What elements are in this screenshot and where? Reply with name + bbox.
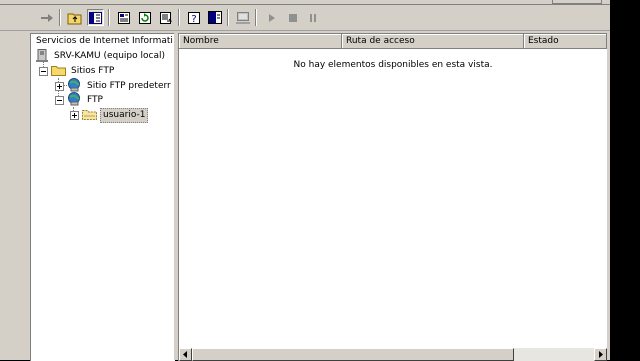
mmc-window: ? Servicios de Internet Informati SRV-KA…: [0, 0, 610, 361]
up-folder-icon[interactable]: [66, 9, 83, 26]
column-header-nombre[interactable]: Nombre: [179, 34, 342, 49]
collapse-toggle[interactable]: [39, 67, 48, 76]
toolbar-separator: [178, 9, 180, 26]
computer-icon[interactable]: [234, 9, 251, 26]
column-header-ruta[interactable]: Ruta de acceso: [342, 34, 524, 49]
toolbar-separator: [227, 9, 229, 26]
properties-icon[interactable]: [115, 9, 132, 26]
tree-item-sitios-ftp[interactable]: Sitios FTP: [39, 64, 116, 79]
tree-item-server[interactable]: SRV-KAMU (equipo local): [35, 48, 167, 65]
toolbar: ?: [0, 6, 610, 31]
empty-list-message: No hay elementos disponibles en esta vis…: [293, 60, 493, 70]
toolbar-separator: [255, 9, 257, 26]
tree-item-label: Sitio FTP predeterr: [87, 81, 171, 91]
server-icon: [35, 48, 49, 65]
results-list: Nombre Ruta de acceso Estado No hay elem…: [178, 33, 607, 361]
forward-icon[interactable]: [38, 9, 55, 26]
ftp-site-icon: [67, 92, 82, 109]
virtual-directory-icon: [82, 108, 97, 123]
tree-item-ftp[interactable]: FTP: [55, 92, 105, 109]
arrow-right-icon: [599, 351, 603, 358]
collapse-toggle[interactable]: [55, 96, 64, 105]
show-hide-action-pane-icon[interactable]: [206, 9, 223, 26]
refresh-icon[interactable]: [136, 9, 153, 26]
tree-item-label: SRV-KAMU (equipo local): [54, 51, 165, 61]
menu-bar-edge: [0, 0, 610, 5]
scroll-thumb[interactable]: [192, 348, 514, 361]
column-header-estado[interactable]: Estado: [524, 34, 607, 49]
tree-header: Servicios de Internet Informati: [31, 34, 175, 49]
expand-toggle[interactable]: [70, 111, 79, 120]
svg-text:?: ?: [191, 14, 196, 25]
tree-item-label: FTP: [87, 95, 103, 105]
start-icon[interactable]: [263, 9, 280, 26]
export-list-icon[interactable]: [157, 9, 174, 26]
stop-icon[interactable]: [284, 9, 301, 26]
window-control-edge: [552, 0, 602, 4]
show-hide-tree-icon[interactable]: [87, 9, 104, 26]
scroll-right-button[interactable]: [594, 348, 607, 361]
console-tree: Servicios de Internet Informati SRV-KAMU…: [30, 33, 175, 361]
pause-icon[interactable]: [304, 9, 321, 26]
expand-toggle[interactable]: [55, 82, 64, 91]
tree-item-label: usuario-1: [100, 108, 149, 123]
tree-item-label: Sitios FTP: [71, 66, 115, 76]
arrow-left-icon: [183, 351, 187, 358]
scroll-left-button[interactable]: [179, 348, 192, 361]
help-icon[interactable]: ?: [185, 9, 202, 26]
horizontal-scrollbar[interactable]: [179, 348, 607, 361]
tree-item-usuario-1[interactable]: usuario-1: [70, 108, 149, 123]
toolbar-separator: [108, 9, 110, 26]
folder-icon: [51, 64, 66, 79]
toolbar-separator: [59, 9, 61, 26]
